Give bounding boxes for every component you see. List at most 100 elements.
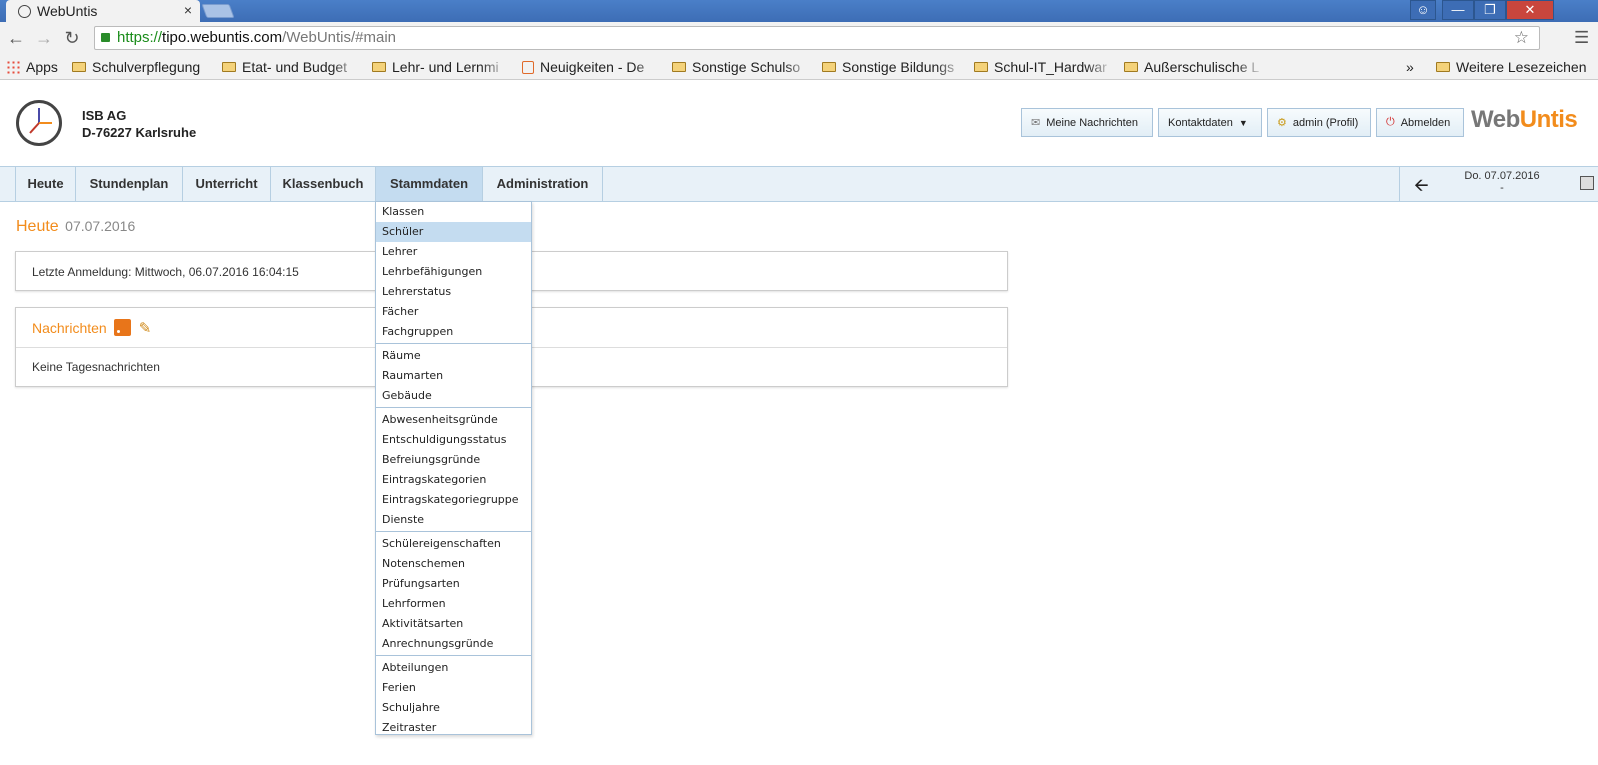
menu-item[interactable]: Lehrbefähigungen: [376, 262, 531, 282]
bookmark-folder[interactable]: Sonstige Bildungs: [822, 57, 964, 77]
news-title: Nachrichten: [32, 319, 107, 336]
bookmark-label: Außerschulische L: [1144, 59, 1260, 75]
bookmark-folder[interactable]: Etat- und Budget: [222, 57, 360, 77]
back-icon[interactable]: ←: [6, 28, 26, 49]
bookmark-folder[interactable]: Lehr- und Lernmi: [372, 57, 508, 77]
menu-item[interactable]: Schüler: [376, 222, 531, 242]
envelope-icon: ✉: [1031, 117, 1041, 129]
nav-stundenplan[interactable]: Stundenplan: [76, 167, 183, 201]
current-date-label: Do. 07.07.2016: [1464, 170, 1540, 182]
bookmark-apps[interactable]: Apps: [6, 57, 66, 77]
menu-item[interactable]: Raumarten: [376, 366, 531, 386]
menu-item[interactable]: Prüfungsarten: [376, 574, 531, 594]
last-login-text: Letzte Anmeldung: Mittwoch, 06.07.2016 1…: [32, 265, 299, 279]
menu-item[interactable]: Lehrerstatus: [376, 282, 531, 302]
bookmark-link[interactable]: Neuigkeiten - De: [522, 57, 662, 77]
menu-item[interactable]: Anrechnungsgründe: [376, 634, 531, 654]
other-bookmarks-folder[interactable]: Weitere Lesezeichen: [1436, 57, 1596, 77]
bookmark-folder[interactable]: Schulverpflegung: [72, 57, 212, 77]
previous-day-arrow-icon[interactable]: 🡨: [1414, 173, 1429, 203]
rss-feed-icon[interactable]: [113, 319, 131, 336]
menu-item[interactable]: Lehrer: [376, 242, 531, 262]
menu-item[interactable]: Abteilungen: [376, 658, 531, 678]
webuntis-brand-logo: WebUntis: [1471, 106, 1578, 133]
more-bookmarks-chevron-icon[interactable]: »: [1406, 57, 1422, 77]
window-close-icon[interactable]: ✕: [1506, 0, 1554, 20]
menu-item[interactable]: Entschuldigungsstatus: [376, 430, 531, 450]
bookmark-label: Weitere Lesezeichen: [1456, 59, 1587, 75]
restore-icon[interactable]: ❐: [1474, 0, 1506, 20]
logout-button[interactable]: ⏻ Abmelden: [1376, 108, 1464, 137]
menu-item[interactable]: Befreiungsgründe: [376, 450, 531, 470]
org-name: ISB AG: [82, 108, 127, 123]
nav-unterricht[interactable]: Unterricht: [183, 167, 271, 201]
url-scheme: https://: [117, 29, 163, 46]
bookmark-label: Neuigkeiten - De: [540, 59, 645, 75]
menu-item[interactable]: Dienste: [376, 510, 531, 530]
menu-item[interactable]: Gebäude: [376, 386, 531, 406]
menu-item[interactable]: Schülereigenschaften: [376, 534, 531, 554]
bookmarks-bar: Apps Schulverpflegung Etat- und Budget L…: [0, 54, 1598, 80]
tab-close-icon[interactable]: ×: [184, 2, 192, 18]
logout-label: Abmelden: [1400, 116, 1451, 129]
my-messages-button[interactable]: ✉ Meine Nachrichten: [1021, 108, 1153, 137]
contact-data-button[interactable]: Kontaktdaten ▼: [1158, 108, 1262, 137]
calendar-icon[interactable]: [1580, 176, 1594, 190]
main-nav: Heute Stundenplan Unterricht Klassenbuch…: [0, 166, 1598, 202]
tab-title: WebUntis: [37, 3, 98, 19]
nav-stammdaten[interactable]: Stammdaten: [376, 167, 483, 201]
menu-item[interactable]: Eintragskategorien: [376, 470, 531, 490]
address-bar[interactable]: https://tipo.webuntis.com/WebUntis/#main…: [94, 26, 1540, 50]
menu-item[interactable]: Lehrformen: [376, 594, 531, 614]
menu-item[interactable]: Notenschemen: [376, 554, 531, 574]
caret-down-icon: ▼: [1238, 117, 1248, 128]
pencil-edit-icon[interactable]: ✎: [139, 319, 152, 337]
date-navigator: 🡨 Do. 07.07.2016 -: [1399, 167, 1598, 201]
folder-icon: [822, 62, 836, 72]
reload-icon[interactable]: ↻: [62, 28, 82, 49]
user-profile-icon[interactable]: ☺: [1410, 0, 1436, 20]
bookmark-label: Etat- und Budget: [242, 59, 348, 75]
browser-titlebar: WebUntis × ☺ — ❐ ✕: [0, 0, 1598, 22]
folder-icon: [1124, 62, 1138, 72]
power-icon: ⏻: [1386, 116, 1395, 128]
menu-item[interactable]: Ferien: [376, 678, 531, 698]
menu-item[interactable]: Schuljahre: [376, 698, 531, 718]
menu-item[interactable]: Fächer: [376, 302, 531, 322]
bookmark-star-icon[interactable]: ☆: [1514, 27, 1529, 49]
menu-item[interactable]: Abwesenheitsgründe: [376, 410, 531, 430]
menu-item[interactable]: Fachgruppen: [376, 322, 531, 342]
minimize-icon[interactable]: —: [1442, 0, 1474, 20]
bookmark-folder[interactable]: Außerschulische L: [1124, 57, 1264, 77]
contact-data-label: Kontaktdaten: [1168, 116, 1233, 129]
bookmark-label: Schulverpflegung: [92, 59, 201, 75]
bookmark-folder[interactable]: Schul-IT_Hardwar: [974, 57, 1114, 77]
profile-button[interactable]: ⚙ admin (Profil): [1267, 108, 1371, 137]
nav-administration[interactable]: Administration: [483, 167, 603, 201]
menu-item[interactable]: Räume: [376, 346, 531, 366]
menu-item[interactable]: Eintragskategoriegruppe: [376, 490, 531, 510]
folder-icon: [974, 62, 988, 72]
browser-tab[interactable]: WebUntis ×: [6, 0, 200, 22]
bookmark-label: Sonstige Schulso: [692, 59, 801, 75]
folder-icon: [672, 62, 686, 72]
bookmark-label: Lehr- und Lernmi: [392, 59, 499, 75]
profile-label: admin (Profil): [1292, 116, 1359, 129]
chrome-menu-icon[interactable]: ☰: [1574, 28, 1589, 48]
url-path: /WebUntis/#main: [282, 29, 397, 46]
bookmark-folder[interactable]: Sonstige Schulso: [672, 57, 812, 77]
menu-item[interactable]: Zeitraster: [376, 718, 531, 738]
menu-item[interactable]: Aktivitätsarten: [376, 614, 531, 634]
apps-grid-icon: [6, 60, 20, 74]
forward-icon[interactable]: →: [34, 28, 54, 49]
bookmark-label: Sonstige Bildungs: [842, 59, 955, 75]
nav-klassenbuch[interactable]: Klassenbuch: [271, 167, 376, 201]
org-info: ISB AG D-76227 Karlsruhe: [82, 107, 196, 141]
my-messages-label: Meine Nachrichten: [1046, 116, 1138, 129]
url-host: tipo.webuntis.com: [162, 29, 283, 46]
menu-item[interactable]: Klassen: [376, 202, 531, 222]
page-title: Heute 07.07.2016: [16, 218, 135, 236]
nav-heute[interactable]: Heute: [15, 167, 76, 201]
new-tab-button[interactable]: [201, 4, 235, 18]
app-header: ISB AG D-76227 Karlsruhe ✉ Meine Nachric…: [0, 82, 1598, 166]
